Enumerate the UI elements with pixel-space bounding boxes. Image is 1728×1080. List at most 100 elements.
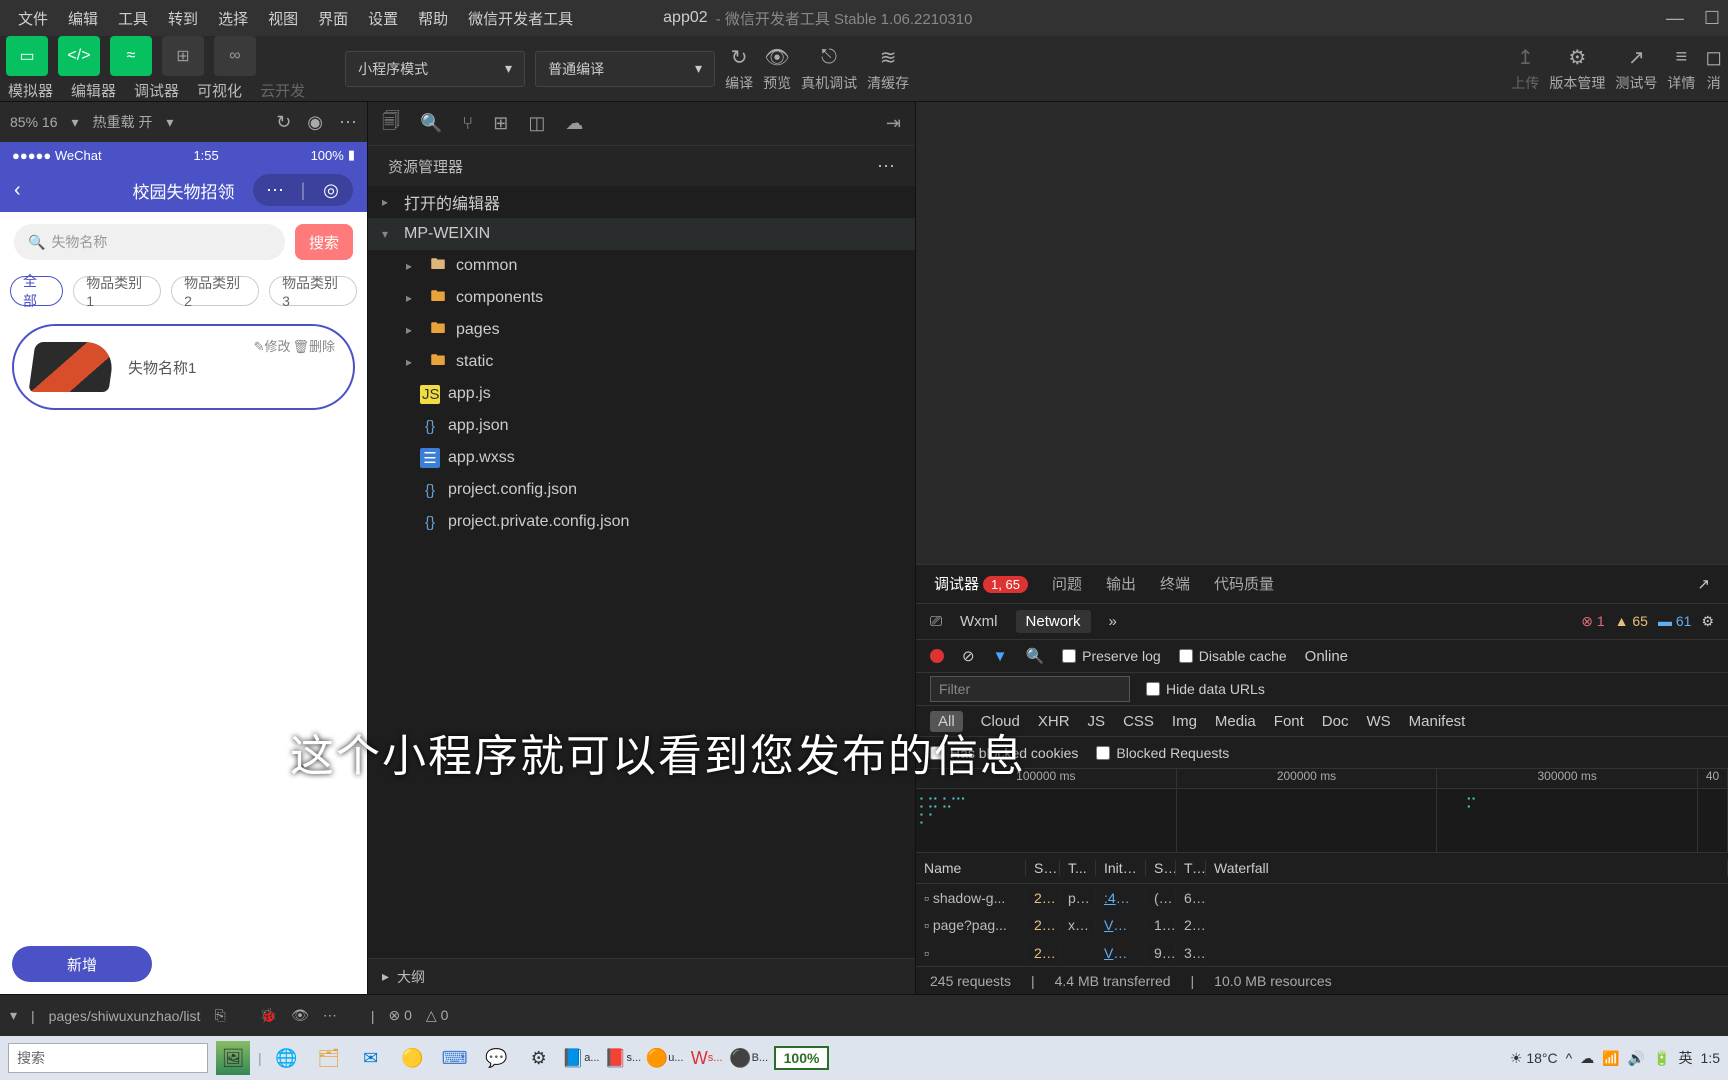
- add-button[interactable]: 新增: [12, 946, 152, 982]
- menu-wxtools[interactable]: 微信开发者工具: [458, 8, 583, 29]
- tab-visual[interactable]: 可视化: [197, 80, 242, 101]
- maximize-icon[interactable]: ☐: [1704, 8, 1720, 29]
- eye-icon[interactable]: 👁: [291, 1007, 309, 1024]
- type-font[interactable]: Font: [1274, 713, 1304, 730]
- app-icon[interactable]: 📘 a...: [564, 1041, 598, 1075]
- info-count[interactable]: ▬ 61: [1658, 613, 1691, 629]
- folder-common[interactable]: ▸🖿common: [368, 250, 915, 282]
- taskbar-search[interactable]: 搜索: [8, 1043, 208, 1073]
- menu-dots-icon[interactable]: ⋯: [261, 180, 289, 201]
- bug-icon[interactable]: 🐞: [260, 1007, 277, 1024]
- tab-cat2[interactable]: 物品类别2: [171, 276, 259, 306]
- menu-help[interactable]: 帮助: [408, 8, 458, 29]
- network-row[interactable]: ▫ page?pag... 2... xhr VM2... 1... 2...: [916, 912, 1728, 939]
- back-icon[interactable]: ‹: [14, 179, 21, 202]
- tab-output[interactable]: 输出: [1106, 573, 1136, 594]
- type-media[interactable]: Media: [1215, 713, 1256, 730]
- tab-cloud[interactable]: 云开发: [260, 80, 305, 101]
- ime-indicator[interactable]: 英: [1679, 1048, 1693, 1068]
- menu-ui[interactable]: 界面: [308, 8, 358, 29]
- type-img[interactable]: Img: [1172, 713, 1197, 730]
- upload-button[interactable]: ↥上传: [1511, 45, 1539, 93]
- warn-status[interactable]: △ 0: [426, 1007, 448, 1024]
- file-appjs[interactable]: JSapp.js: [368, 378, 915, 410]
- search-icon[interactable]: 🔍: [420, 113, 442, 134]
- git-icon[interactable]: ⑂: [462, 113, 473, 134]
- app-icon[interactable]: ⚫ B...: [732, 1041, 766, 1075]
- target-icon[interactable]: ◎: [317, 180, 345, 201]
- debugger-button[interactable]: ≈: [110, 36, 152, 76]
- folder-static[interactable]: ▸🖿static: [368, 346, 915, 378]
- clear-cache-button[interactable]: ≋清缓存: [867, 45, 909, 93]
- collapse-icon[interactable]: ⇥: [886, 113, 901, 134]
- minimize-icon[interactable]: —: [1666, 8, 1684, 29]
- reload-icon[interactable]: ↻: [276, 112, 291, 133]
- editor-button[interactable]: </>: [58, 36, 100, 76]
- onedrive-icon[interactable]: ☁: [1580, 1050, 1594, 1067]
- chrome-icon[interactable]: 🟡: [396, 1041, 430, 1075]
- mail-icon[interactable]: ✉: [354, 1041, 388, 1075]
- tab-debugger[interactable]: 调试器1, 65: [934, 573, 1028, 594]
- menu-edit[interactable]: 编辑: [58, 8, 108, 29]
- menu-tools[interactable]: 工具: [108, 8, 158, 29]
- hide-urls-checkbox[interactable]: Hide data URLs: [1146, 681, 1265, 697]
- tray-chevron-icon[interactable]: ^: [1566, 1050, 1573, 1066]
- tab-simulator[interactable]: 模拟器: [8, 80, 53, 101]
- root-folder[interactable]: ▾MP-WEIXIN: [368, 218, 915, 250]
- stop-icon[interactable]: ◉: [307, 112, 323, 133]
- gear-icon[interactable]: ⚙: [1701, 613, 1714, 630]
- app-icon[interactable]: ⚙: [522, 1041, 556, 1075]
- blocked-cookies-checkbox[interactable]: Has blocked cookies: [930, 745, 1078, 761]
- file-projectprivate[interactable]: {}project.private.config.json: [368, 506, 915, 538]
- tab-cat1[interactable]: 物品类别1: [73, 276, 161, 306]
- taskview-icon[interactable]: 🖼: [216, 1041, 250, 1075]
- hot-reload[interactable]: 热重载 开: [93, 112, 153, 132]
- expand-icon[interactable]: ↗: [1697, 575, 1710, 593]
- ext-icon[interactable]: ⊞: [493, 113, 508, 134]
- type-cloud[interactable]: Cloud: [981, 713, 1020, 730]
- edge-icon[interactable]: 🌐: [270, 1041, 304, 1075]
- wifi-icon[interactable]: 📶: [1602, 1050, 1619, 1067]
- more-tabs-icon[interactable]: »: [1109, 613, 1117, 630]
- file-projectconfig[interactable]: {}project.config.json: [368, 474, 915, 506]
- visual-button[interactable]: ⊞: [162, 36, 204, 76]
- explorer-icon[interactable]: 🗂: [312, 1041, 346, 1075]
- test-button[interactable]: ↗测试号: [1615, 45, 1657, 93]
- folder-pages[interactable]: ▸🖿pages: [368, 314, 915, 346]
- app-icon[interactable]: 📕 s...: [606, 1041, 640, 1075]
- open-editors[interactable]: ▸打开的编辑器: [368, 186, 915, 218]
- zoom-indicator[interactable]: 100%: [774, 1046, 830, 1070]
- error-status[interactable]: ⊗ 0: [389, 1007, 412, 1024]
- more-icon[interactable]: ⋯: [877, 156, 895, 177]
- file-appjson[interactable]: {}app.json: [368, 410, 915, 442]
- error-count[interactable]: ⊗ 1: [1581, 613, 1604, 630]
- volume-icon[interactable]: 🔊: [1628, 1050, 1645, 1067]
- mode-select[interactable]: 小程序模式▾: [345, 51, 525, 87]
- type-css[interactable]: CSS: [1123, 713, 1154, 730]
- tab-terminal[interactable]: 终端: [1160, 573, 1190, 594]
- warn-count[interactable]: ▲ 65: [1615, 613, 1648, 629]
- files-icon[interactable]: 🗐: [382, 109, 400, 139]
- type-doc[interactable]: Doc: [1322, 713, 1349, 730]
- wechat-icon[interactable]: 💬: [480, 1041, 514, 1075]
- folder-components[interactable]: ▸🖿components: [368, 282, 915, 314]
- blocked-requests-checkbox[interactable]: Blocked Requests: [1096, 745, 1229, 761]
- docker-icon[interactable]: ☁: [565, 113, 583, 134]
- tab-codequality[interactable]: 代码质量: [1214, 573, 1274, 594]
- version-button[interactable]: ⚙版本管理: [1549, 45, 1605, 93]
- more-icon[interactable]: ⋯: [339, 112, 357, 133]
- details-button[interactable]: ≡详情: [1667, 45, 1695, 93]
- item-card[interactable]: 失物名称1 ✎修改 🗑删除: [12, 324, 355, 410]
- notif-button[interactable]: ◻消: [1705, 45, 1722, 93]
- weather[interactable]: ☀ 18°C: [1510, 1050, 1558, 1067]
- tab-problems[interactable]: 问题: [1052, 573, 1082, 594]
- edit-button[interactable]: ✎修改: [254, 336, 291, 355]
- search-input[interactable]: 🔍 失物名称: [14, 224, 285, 260]
- type-xhr[interactable]: XHR: [1038, 713, 1070, 730]
- file-appwxss[interactable]: ☰app.wxss: [368, 442, 915, 474]
- compile-select[interactable]: 普通编译▾: [535, 51, 715, 87]
- app-icon[interactable]: W s...: [690, 1041, 724, 1075]
- menu-goto[interactable]: 转到: [158, 8, 208, 29]
- preview-button[interactable]: 👁预览: [763, 45, 791, 93]
- preserve-log-checkbox[interactable]: Preserve log: [1062, 648, 1161, 664]
